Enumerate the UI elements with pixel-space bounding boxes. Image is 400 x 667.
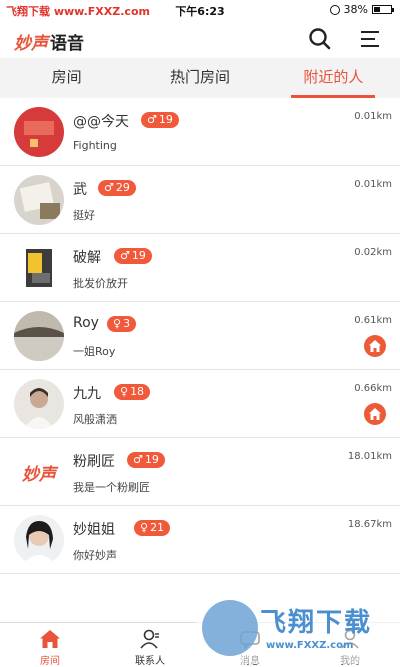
watermark-url: www.FXXZ.com <box>266 640 354 651</box>
avatar[interactable] <box>14 379 64 429</box>
enter-room-button[interactable] <box>364 335 386 357</box>
user-age: 19 <box>158 113 173 126</box>
user-signature: 挺好 <box>73 209 95 222</box>
list-item[interactable]: 妙姐姐 ♀ 21 你好妙声 18.67km <box>0 506 400 574</box>
gender-age-badge: ♀ 18 <box>114 384 151 400</box>
user-name: 九九 <box>73 386 101 402</box>
avatar-brand-logo: 妙声 <box>22 464 56 485</box>
home-icon <box>40 630 60 648</box>
gender-age-badge: ♂ 19 <box>141 112 179 128</box>
nav-contacts[interactable]: 联系人 <box>100 623 200 667</box>
user-age: 18 <box>130 385 145 398</box>
menu-icon <box>361 31 379 47</box>
logo-brand: 妙声 <box>14 34 48 54</box>
user-age: 19 <box>144 453 159 466</box>
gender-age-badge: ♂ 29 <box>98 180 136 196</box>
user-age: 29 <box>115 181 130 194</box>
user-distance: 0.01km <box>354 111 392 122</box>
user-distance: 0.61km <box>354 315 392 326</box>
gender-age-badge: ♂ 19 <box>127 452 165 468</box>
user-age: 19 <box>131 249 146 262</box>
nav-label: 房间 <box>40 656 60 667</box>
list-item[interactable]: 武 ♂ 29 挺好 0.01km <box>0 166 400 234</box>
enter-room-button[interactable] <box>364 403 386 425</box>
gender-age-badge: ♂ 19 <box>114 248 152 264</box>
nav-label: 联系人 <box>135 656 165 667</box>
female-icon: ♀ <box>113 317 122 330</box>
user-distance: 0.02km <box>354 247 392 258</box>
user-signature: 批发价放开 <box>73 277 128 290</box>
site-watermark: 飞翔下载 www.FXXZ.com <box>196 596 400 664</box>
female-icon: ♀ <box>120 385 129 398</box>
watermark-text: 飞翔下载 <box>260 608 373 638</box>
list-item[interactable]: 妙声 粉刷匠 ♂ 19 我是一个粉刷匠 18.01km <box>0 438 400 506</box>
user-age: 21 <box>150 521 165 534</box>
tab-hot-rooms[interactable]: 热门房间 <box>133 58 266 98</box>
list-item[interactable]: @@今天 ♂ 19 Fighting 0.01km <box>0 98 400 166</box>
avatar[interactable] <box>14 243 64 293</box>
battery-icon <box>372 5 394 14</box>
list-item[interactable]: 破解 ♂ 19 批发价放开 0.02km <box>0 234 400 302</box>
user-name: @@今天 <box>73 114 129 130</box>
nearby-user-list: @@今天 ♂ 19 Fighting 0.01km 武 ♂ 29 挺好 0.01km… <box>0 98 400 574</box>
list-item[interactable]: Roy ♀ 3 一姐Roy 0.61km <box>0 302 400 370</box>
search-button[interactable] <box>307 26 333 52</box>
status-bar: 飞翔下载 www.FXXZ.com 下午6:23 38% <box>0 0 400 20</box>
male-icon: ♂ <box>120 249 130 262</box>
home-icon <box>369 408 381 420</box>
user-name: Roy <box>73 315 99 331</box>
tab-nearby[interactable]: 附近的人 <box>267 58 400 98</box>
watermark-logo-icon <box>202 600 258 656</box>
contacts-icon <box>140 629 159 649</box>
user-name: 粉刷匠 <box>73 454 115 470</box>
search-icon <box>309 28 331 50</box>
logo-sub: 语音 <box>50 34 84 54</box>
avatar[interactable] <box>14 311 64 361</box>
app-header: 妙声 语音 <box>0 20 400 58</box>
rotation-lock-icon <box>329 4 340 15</box>
user-name: 妙姐姐 <box>73 522 115 538</box>
avatar[interactable]: 妙声 <box>14 447 64 497</box>
battery-percent: 38% <box>343 3 368 16</box>
user-signature: 我是一个粉刷匠 <box>73 481 150 494</box>
user-signature: 你好妙声 <box>73 549 117 562</box>
male-icon: ♂ <box>133 453 143 466</box>
avatar[interactable] <box>14 107 64 157</box>
tab-bar: 房间 热门房间 附近的人 <box>0 58 400 98</box>
user-signature: Fighting <box>73 139 117 152</box>
tab-rooms[interactable]: 房间 <box>0 58 133 98</box>
user-distance: 18.67km <box>347 519 392 530</box>
gender-age-badge: ♀ 3 <box>107 316 137 332</box>
user-name: 破解 <box>73 250 101 266</box>
gender-age-badge: ♀ 21 <box>134 520 171 536</box>
male-icon: ♂ <box>104 181 114 194</box>
female-icon: ♀ <box>140 521 149 534</box>
user-distance: 0.66km <box>354 383 392 394</box>
user-age: 3 <box>123 317 131 330</box>
menu-button[interactable] <box>357 26 383 52</box>
app-logo: 妙声 语音 <box>14 29 84 54</box>
user-signature: 风般潇洒 <box>73 413 117 426</box>
battery-fill <box>374 7 380 12</box>
user-distance: 0.01km <box>354 179 392 190</box>
status-right: 38% <box>329 3 394 16</box>
user-distance: 18.01km <box>347 451 392 462</box>
list-item[interactable]: 九九 ♀ 18 风般潇洒 0.66km <box>0 370 400 438</box>
male-icon: ♂ <box>147 113 157 126</box>
avatar[interactable] <box>14 515 64 565</box>
home-icon <box>369 340 381 352</box>
user-name: 武 <box>73 182 87 198</box>
avatar[interactable] <box>14 175 64 225</box>
user-signature: 一姐Roy <box>73 345 116 358</box>
nav-rooms[interactable]: 房间 <box>0 623 100 667</box>
